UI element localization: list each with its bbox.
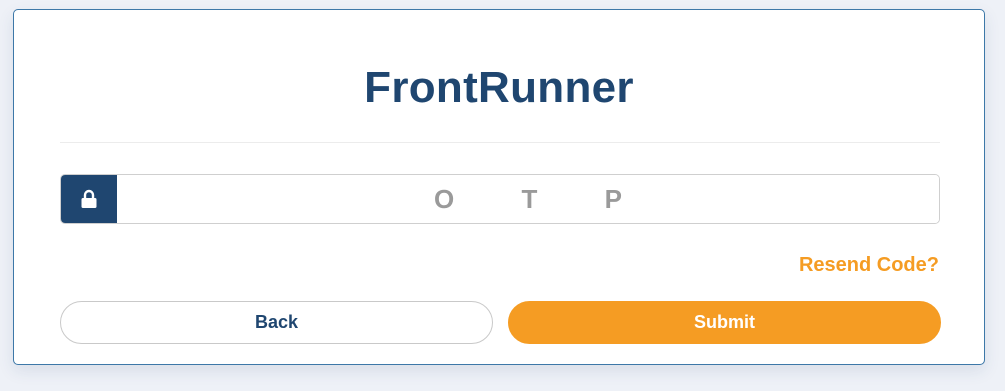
lock-icon: [81, 189, 97, 208]
resend-code-link[interactable]: Resend Code?: [799, 252, 939, 278]
brand-title: FrontRunner: [364, 63, 634, 112]
otp-input[interactable]: [117, 175, 939, 223]
back-button[interactable]: Back: [60, 301, 493, 344]
otp-input-group: [60, 174, 940, 224]
otp-addon: [61, 175, 117, 223]
divider: [60, 142, 940, 143]
otp-card: FrontRunner Resend Code? Back Submit: [13, 9, 985, 365]
submit-button[interactable]: Submit: [508, 301, 941, 344]
